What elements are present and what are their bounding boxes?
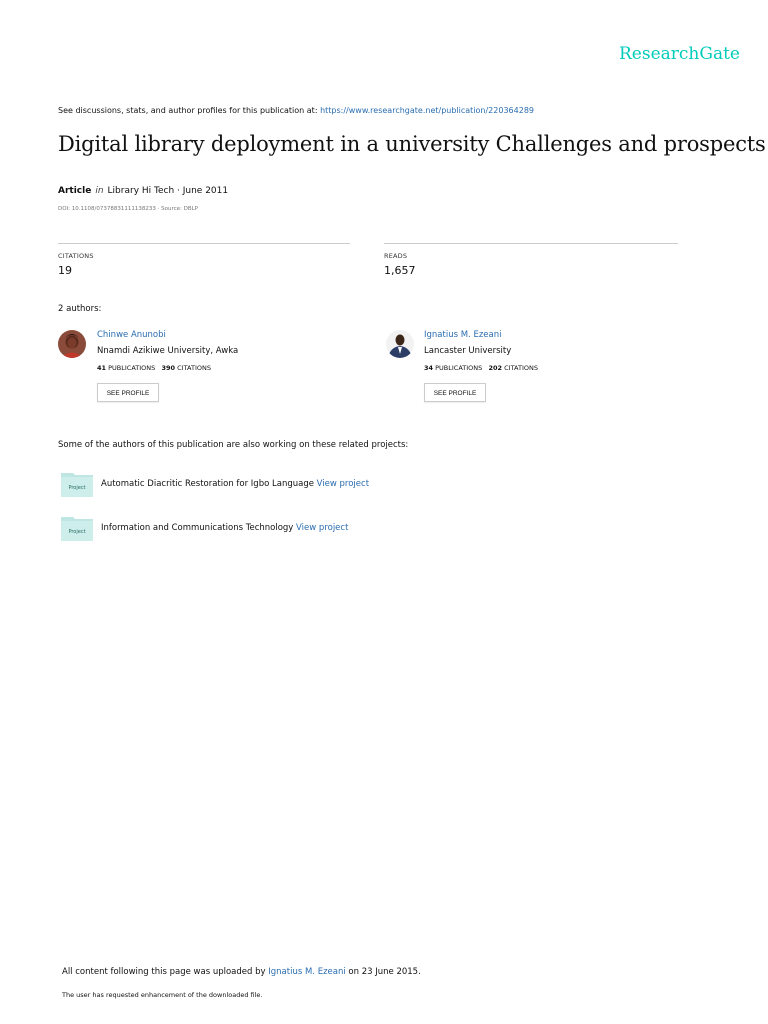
citations-count: 390: [161, 364, 176, 372]
upload-prefix: All content following this page was uplo…: [62, 967, 269, 977]
upload-suffix: on 23 June 2015.: [345, 967, 421, 977]
see-profile-button[interactable]: SEE PROFILE: [97, 383, 159, 402]
author-name-link[interactable]: Ignatius M. Ezeani: [424, 330, 501, 340]
avatar-photo-icon: [386, 330, 414, 358]
citations-value: 19: [58, 264, 72, 277]
citations-divider: [58, 243, 350, 244]
reads-label: READS: [384, 252, 408, 260]
project-folder-icon[interactable]: Project: [61, 515, 93, 541]
project-name: Automatic Diacritic Restoration for Igbo…: [101, 479, 314, 489]
publications-label: PUBLICATIONS: [108, 364, 156, 372]
article-type: Article: [58, 186, 92, 196]
upload-note: All content following this page was uplo…: [62, 967, 421, 977]
view-project-link[interactable]: View project: [317, 479, 369, 489]
avatar-photo-icon: [58, 330, 86, 358]
author-institution: Nnamdi Azikiwe University, Awka: [97, 346, 239, 356]
author-avatar[interactable]: [58, 330, 86, 358]
author-name-link[interactable]: Chinwe Anunobi: [97, 330, 166, 340]
author-avatar[interactable]: [386, 330, 414, 358]
discussion-line: See discussions, stats, and author profi…: [58, 106, 534, 115]
see-profile-button[interactable]: SEE PROFILE: [424, 383, 486, 402]
authors-heading: 2 authors:: [58, 304, 102, 314]
citations-count: 202: [488, 364, 503, 372]
doi-source: DOI: 10.1108/07378831111138233 · Source:…: [58, 206, 198, 212]
author-stats: 41 PUBLICATIONS 390 CITATIONS: [97, 364, 211, 372]
in-text: in: [95, 186, 104, 196]
uploader-link[interactable]: Ignatius M. Ezeani: [268, 967, 345, 977]
project-item: Information and Communications Technolog…: [101, 523, 348, 533]
project-icon-label: Project: [68, 485, 85, 491]
folder-icon: Project: [61, 517, 93, 541]
citations-label: CITATIONS: [58, 252, 94, 260]
publication-meta: Article in Library Hi Tech · June 2011: [58, 186, 228, 196]
related-projects-heading: Some of the authors of this publication …: [58, 440, 409, 450]
project-icon-label: Project: [68, 529, 85, 535]
author-stats: 34 PUBLICATIONS 202 CITATIONS: [424, 364, 538, 372]
folder-icon: Project: [61, 473, 93, 497]
publication-url-link[interactable]: https://www.researchgate.net/publication…: [320, 106, 534, 115]
reads-value: 1,657: [384, 264, 416, 277]
view-project-link[interactable]: View project: [296, 523, 348, 533]
citations-label: CITATIONS: [504, 364, 538, 372]
project-item: Automatic Diacritic Restoration for Igbo…: [101, 479, 369, 489]
discussion-prefix: See discussions, stats, and author profi…: [58, 106, 321, 115]
publications-count: 41: [97, 364, 107, 372]
reads-divider: [384, 243, 678, 244]
author-institution: Lancaster University: [424, 346, 512, 356]
project-folder-icon[interactable]: Project: [61, 471, 93, 497]
researchgate-logo[interactable]: ResearchGate: [619, 44, 740, 64]
citations-label: CITATIONS: [177, 364, 211, 372]
publication-title: Digital library deployment in a universi…: [58, 132, 766, 156]
publications-count: 34: [424, 364, 434, 372]
project-name: Information and Communications Technolog…: [101, 523, 294, 533]
journal-date: Library Hi Tech · June 2011: [107, 186, 229, 196]
enhancement-note: The user has requested enhancement of th…: [62, 991, 263, 999]
publications-label: PUBLICATIONS: [435, 364, 483, 372]
